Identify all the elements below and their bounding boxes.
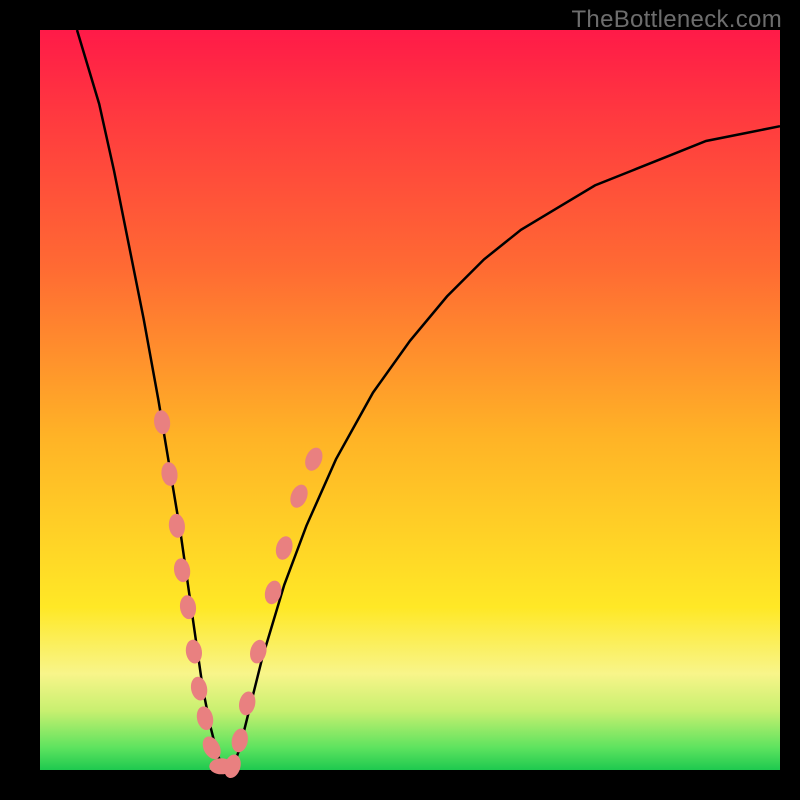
plot-area	[40, 30, 780, 770]
curve-marker	[221, 753, 243, 780]
curve-marker	[199, 733, 224, 762]
curve-marker	[172, 557, 192, 583]
curve-marker	[273, 534, 295, 561]
chart-frame: TheBottleneck.com	[0, 0, 800, 800]
marker-layer	[152, 409, 325, 780]
curve-marker	[160, 461, 179, 487]
curve-marker	[287, 482, 311, 510]
curve-marker	[302, 445, 326, 473]
bottleneck-curve	[77, 30, 780, 770]
curve-marker	[248, 638, 269, 665]
curve-marker	[189, 675, 209, 702]
curve-marker	[184, 639, 203, 665]
curve-marker	[152, 409, 171, 435]
curve-marker	[178, 594, 197, 620]
curve-marker	[230, 727, 250, 754]
curve-marker	[195, 705, 216, 732]
curve-path	[77, 30, 780, 770]
curve-marker	[262, 579, 283, 606]
chart-svg	[40, 30, 780, 770]
curve-marker	[168, 513, 187, 539]
